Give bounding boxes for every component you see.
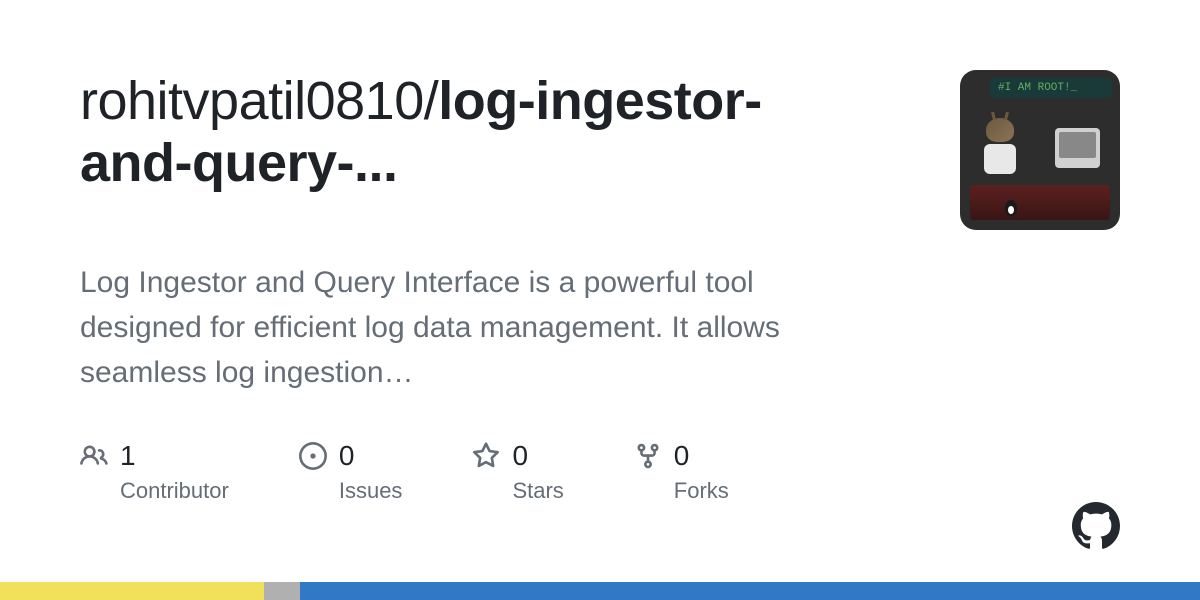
contributors-label: Contributor [120,478,229,504]
language-bar [0,582,1200,600]
issues-label: Issues [339,478,403,504]
forks-label: Forks [674,478,729,504]
repo-description: Log Ingestor and Query Interface is a po… [80,260,870,395]
avatar[interactable]: #I AM ROOT!_ [960,70,1120,230]
github-logo-icon[interactable] [1072,502,1120,550]
language-segment-gray [264,582,300,600]
avatar-scene [960,98,1120,230]
language-segment-blue [300,582,1200,600]
header-row: rohitvpatil0810/log-ingestor-and-query-.… [80,70,1120,230]
repo-card: rohitvpatil0810/log-ingestor-and-query-.… [0,0,1200,600]
star-icon [472,442,500,470]
forks-value: 0 [674,440,690,472]
repo-separator: / [424,71,439,131]
stars-value: 0 [512,440,528,472]
avatar-penguin [1005,200,1017,216]
fork-icon [634,442,662,470]
issues-value: 0 [339,440,355,472]
repo-title[interactable]: rohitvpatil0810/log-ingestor-and-query-.… [80,70,860,194]
stars-label: Stars [512,478,563,504]
repo-owner: rohitvpatil0810 [80,71,424,131]
stat-issues[interactable]: 0 Issues [299,440,403,504]
people-icon [80,442,108,470]
stat-contributors[interactable]: 1 Contributor [80,440,229,504]
stats-row: 1 Contributor 0 Issues 0 Stars [80,440,1120,504]
avatar-monitor [1055,128,1100,168]
stat-stars[interactable]: 0 Stars [472,440,563,504]
avatar-desk [970,185,1110,220]
title-section: rohitvpatil0810/log-ingestor-and-query-.… [80,70,860,194]
avatar-banner-text: #I AM ROOT!_ [990,78,1112,98]
language-segment-yellow [0,582,264,600]
contributors-value: 1 [120,440,136,472]
issue-icon [299,442,327,470]
stat-forks[interactable]: 0 Forks [634,440,729,504]
